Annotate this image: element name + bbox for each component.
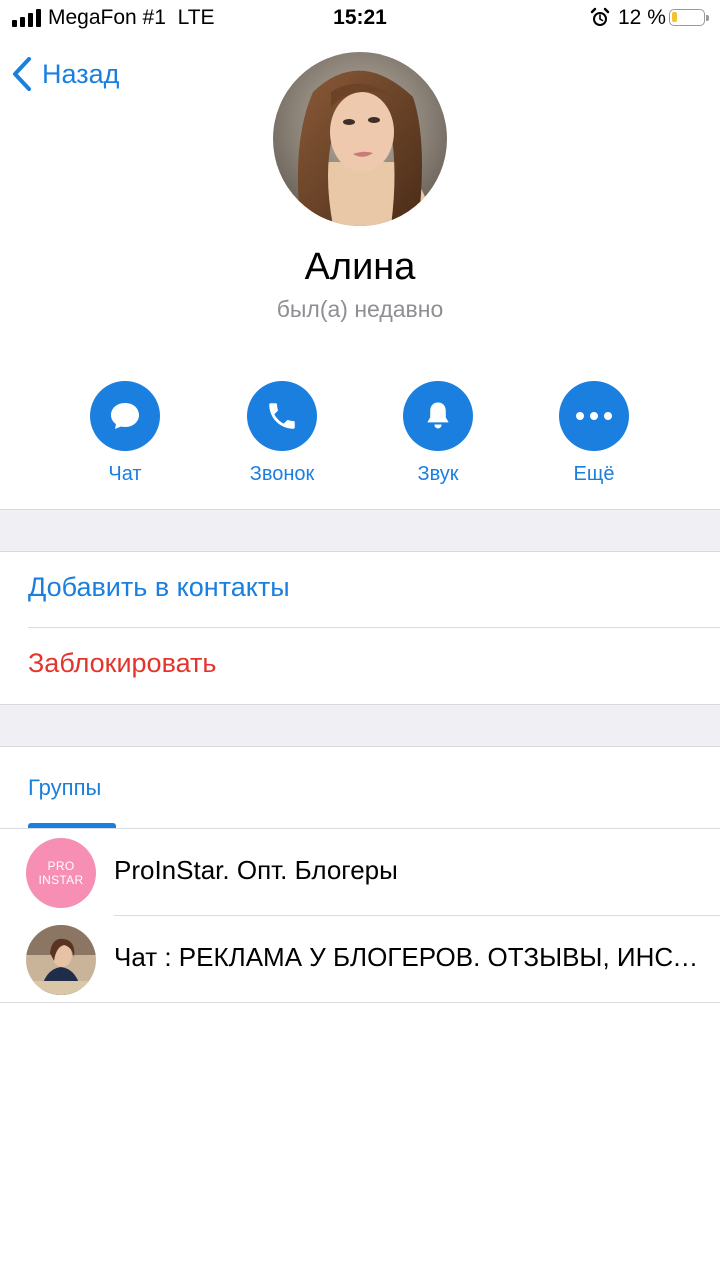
battery-icon (669, 9, 709, 26)
group-title: Чат : РЕКЛАМА У БЛОГЕРОВ. ОТЗЫВЫ, ИНСТАГ… (114, 942, 700, 972)
phone-icon (247, 381, 317, 451)
call-button[interactable]: Звонок (222, 381, 342, 486)
chevron-left-icon (13, 57, 31, 91)
chat-button[interactable]: Чат (65, 381, 185, 486)
more-dots-icon (559, 381, 629, 451)
section-separator (0, 509, 720, 552)
more-button[interactable]: Ещё (534, 381, 654, 486)
section-separator (0, 704, 720, 747)
more-label: Ещё (573, 463, 615, 485)
status-bar: MegaFon #1 LTE 15:21 12 % (0, 0, 720, 38)
tab-groups[interactable]: Группы (28, 775, 101, 801)
profile-avatar[interactable] (273, 52, 447, 226)
profile-last-seen: был(а) недавно (276, 296, 444, 322)
profile-name: Алина (304, 246, 416, 288)
bell-icon (403, 381, 473, 451)
call-label: Звонок (249, 463, 315, 485)
battery-percent: 12 % (618, 6, 666, 29)
add-to-contacts-button[interactable]: Добавить в контакты (28, 572, 290, 603)
chat-label: Чат (108, 463, 142, 485)
sound-button[interactable]: Звук (378, 381, 498, 486)
row-divider (28, 627, 720, 628)
list-bottom-divider (0, 1002, 720, 1003)
block-button[interactable]: Заблокировать (28, 648, 216, 679)
back-label: Назад (42, 58, 120, 89)
clock: 15:21 (333, 6, 387, 29)
group-avatar: PRO INSTAR (26, 838, 96, 908)
group-avatar (26, 925, 96, 995)
sound-label: Звук (417, 463, 459, 485)
alarm-clock-icon (590, 7, 610, 26)
chat-bubble-icon (90, 381, 160, 451)
back-button[interactable]: Назад (12, 54, 119, 94)
group-title: ProInStar. Опт. Блогеры (114, 855, 398, 885)
